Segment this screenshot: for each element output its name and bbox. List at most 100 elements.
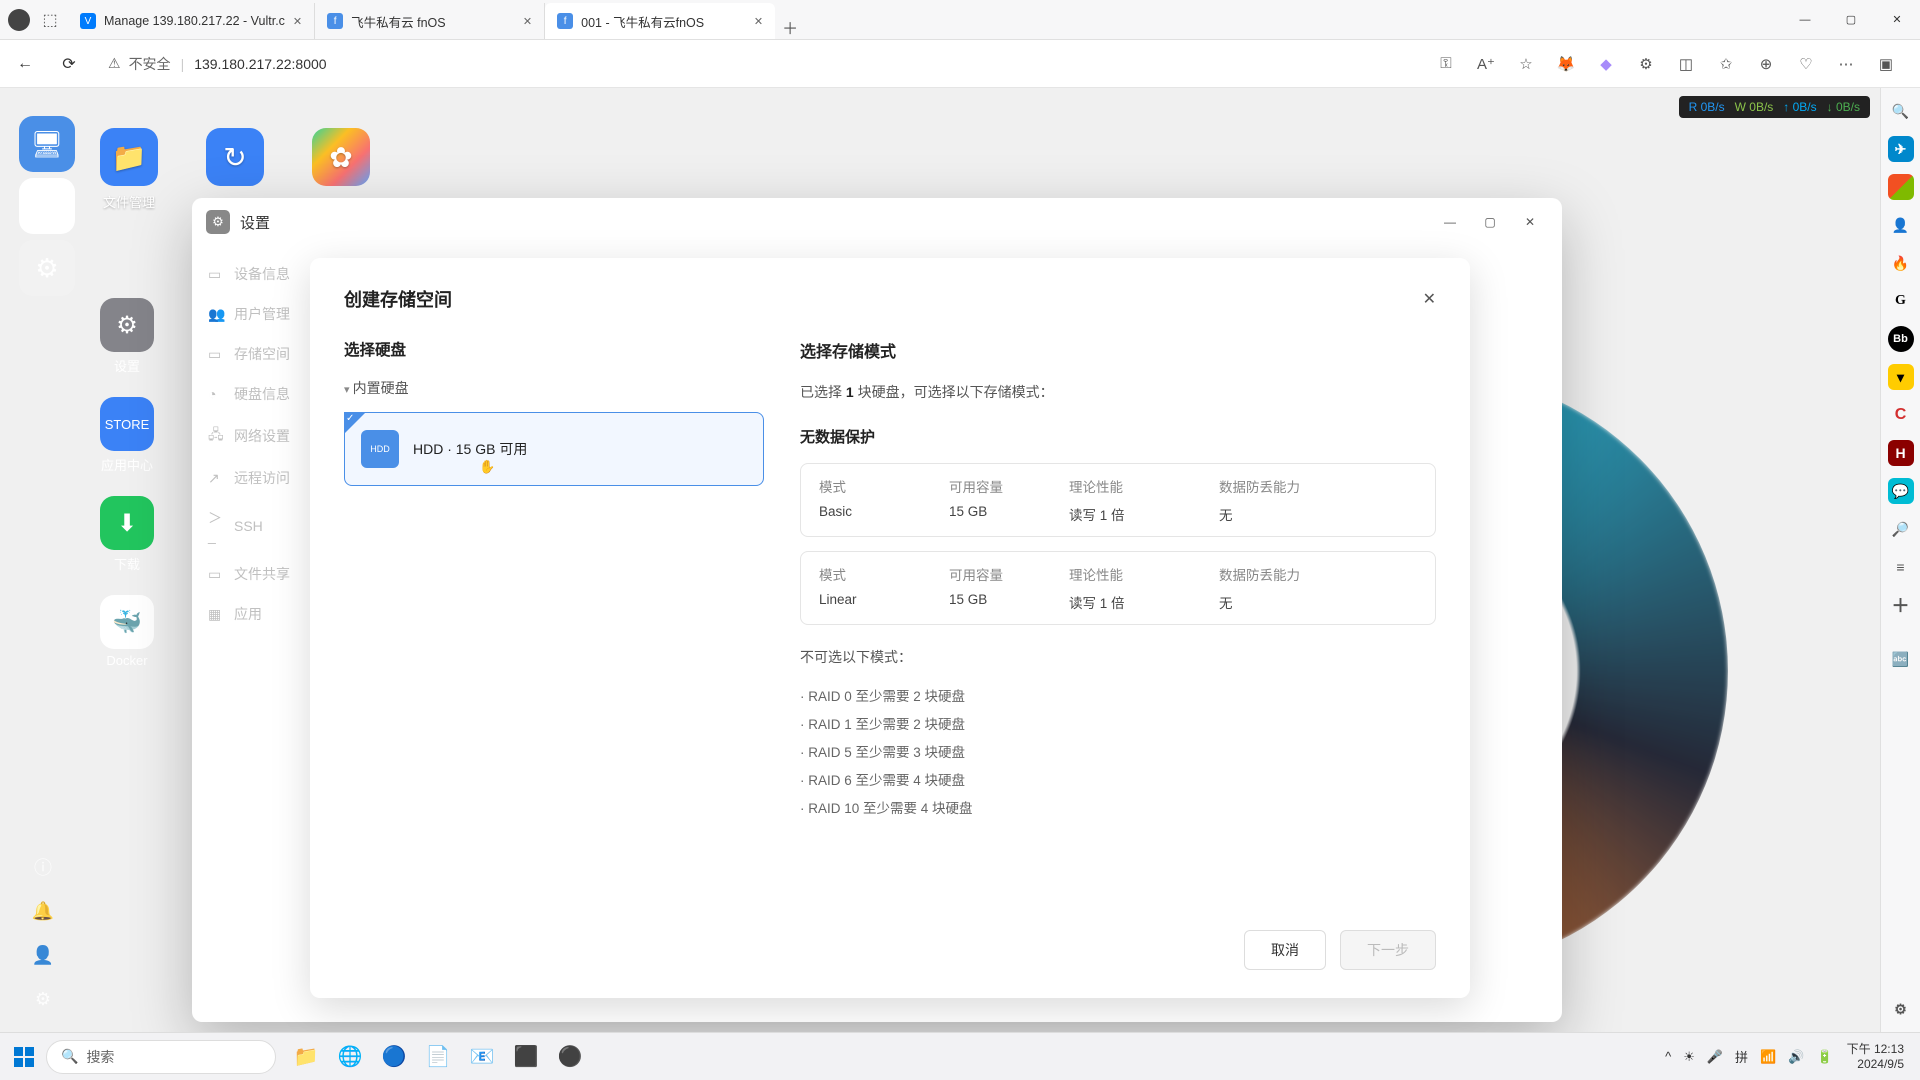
y-app-icon[interactable]: ▾ [1888,364,1914,390]
internal-disk-category[interactable]: 内置硬盘 [344,378,764,398]
address-bar[interactable]: ⚠ 不安全 | 139.180.217.22:8000 [96,47,916,81]
tab-title: Manage 139.180.217.22 - Vultr.c [104,14,285,28]
g-app-icon[interactable]: G [1888,288,1914,314]
download-app[interactable]: ⬇ 下载 [100,496,154,573]
store-app[interactable]: STORE 应用中心 [100,397,154,474]
terminal-icon[interactable]: ⬛ [506,1037,546,1077]
next-button[interactable]: 下一步 [1340,930,1436,970]
translate-icon[interactable]: 🔤 [1888,646,1914,672]
sidebar-toggle-icon[interactable]: ▣ [1868,46,1904,82]
sidebar-item-apps[interactable]: ▦应用 [192,594,322,634]
key-icon[interactable]: ⚿ [1428,46,1464,82]
search-icon[interactable]: 🔍 [1888,98,1914,124]
telegram-icon[interactable]: ✈ [1888,136,1914,162]
download-label: 下载 [114,554,140,573]
edge-icon[interactable]: 🔵 [374,1037,414,1077]
info-icon[interactable]: ⓘ [30,854,56,880]
extension-icon[interactable]: ◆ [1588,46,1624,82]
dialog-close-button[interactable]: ✕ [1423,289,1436,309]
sidebar-item-disk[interactable]: ◔硬盘信息 [192,374,322,414]
tab-fnos2-active[interactable]: f 001 - 飞牛私有云fnOS ✕ [545,3,775,39]
tab-vultr[interactable]: V Manage 139.180.217.22 - Vultr.c ✕ [68,3,315,39]
browser-toolbar: ← ⟳ ⚠ 不安全 | 139.180.217.22:8000 ⚿ A⁺ ☆ 🦊… [0,40,1920,88]
hdd-icon: HDD [361,430,399,468]
magnify-icon[interactable]: 🔎 [1888,516,1914,542]
sidebar-item-users[interactable]: 👥用户管理 [192,294,322,334]
disk-option-hdd[interactable]: HDD HDD · 15 GB 可用 ✋ [344,412,764,486]
tray-wifi-icon[interactable]: 📶 [1760,1049,1776,1065]
settings-app[interactable]: ⚙ 设置 [100,298,154,375]
minimize-button[interactable]: — [1432,206,1468,238]
avatar-icon[interactable]: 👤 [1888,212,1914,238]
close-icon[interactable]: ✕ [523,15,532,28]
obs-icon[interactable]: ⚫ [550,1037,590,1077]
sidebar-item-share[interactable]: ▭文件共享 [192,554,322,594]
workspaces-icon[interactable]: ⬚ [40,10,60,30]
start-button[interactable] [8,1041,40,1073]
dock-apps-icon[interactable]: ▦ [19,178,75,234]
tab-fnos1[interactable]: f 飞牛私有云 fnOS ✕ [315,3,545,39]
explorer-icon[interactable]: 📁 [286,1037,326,1077]
tray-chevron-icon[interactable]: ^ [1665,1049,1671,1064]
tray-ime-icon[interactable]: 拼 [1735,1047,1748,1066]
sidebar-item-device[interactable]: ▭设备信息 [192,254,322,294]
c-app-icon[interactable]: C [1888,402,1914,428]
gear-icon[interactable]: ⚙ [30,986,56,1012]
add-icon[interactable]: ＋ [1888,592,1914,618]
metamask-icon[interactable]: 🦊 [1548,46,1584,82]
close-button[interactable]: ✕ [1512,206,1548,238]
tray-battery-icon[interactable]: 🔋 [1816,1049,1832,1065]
user-icon[interactable]: 👤 [30,942,56,968]
tray-weather-icon[interactable]: ☀ [1683,1049,1695,1065]
tray-mic-icon[interactable]: 🎤 [1707,1049,1723,1065]
notepad-icon[interactable]: 📄 [418,1037,458,1077]
raid10-note: · RAID 10 至少需要 4 块硬盘 [800,793,1436,821]
chrome-icon[interactable]: 🌐 [330,1037,370,1077]
sidebar-item-storage[interactable]: ▭存储空间 [192,334,322,374]
h-app-icon[interactable]: H [1888,440,1914,466]
favorite-icon[interactable]: ☆ [1508,46,1544,82]
extensions-icon[interactable]: ⚙ [1628,46,1664,82]
dock-monitor-icon[interactable]: 🖥 [19,116,75,172]
outlook-icon[interactable]: 📧 [462,1037,502,1077]
fire-icon[interactable]: 🔥 [1888,250,1914,276]
back-button[interactable]: ← [8,47,42,81]
read-aloud-icon[interactable]: A⁺ [1468,46,1504,82]
new-tab-button[interactable]: ＋ [775,15,805,39]
chat-icon[interactable]: 💬 [1888,478,1914,504]
window-maximize-button[interactable]: ▢ [1828,0,1874,40]
window-close-button[interactable]: ✕ [1874,0,1920,40]
sidebar-item-remote[interactable]: ↗远程访问 [192,458,322,498]
close-icon[interactable]: ✕ [754,15,763,28]
files-app[interactable]: 📁 文件管理 [100,128,158,211]
mode-card-linear[interactable]: 模式 可用容量 理论性能 数据防丢能力 Linear 15 GB 读写 1 倍 … [800,551,1436,625]
cancel-button[interactable]: 取消 [1244,930,1326,970]
profile-icon[interactable] [8,9,30,31]
docker-app[interactable]: 🐳 Docker [100,595,154,668]
sidebar-item-network[interactable]: 🖧网络设置 [192,414,322,458]
window-minimize-button[interactable]: — [1782,0,1828,40]
refresh-button[interactable]: ⟳ [52,47,86,81]
more-icon[interactable]: ⋯ [1828,46,1864,82]
col-perf: 理论性能 [1069,564,1219,584]
mode-card-basic[interactable]: 模式 可用容量 理论性能 数据防丢能力 Basic 15 GB 读写 1 倍 无 [800,463,1436,537]
collections-icon[interactable]: ⊕ [1748,46,1784,82]
microsoft-icon[interactable] [1888,174,1914,200]
taskbar-clock[interactable]: 下午 12:13 2024/9/5 [1847,1042,1912,1071]
shopping-icon[interactable]: ♡ [1788,46,1824,82]
col-capacity: 可用容量 [949,564,1069,584]
bb-app-icon[interactable]: Bb [1888,326,1914,352]
favorites-bar-icon[interactable]: ✩ [1708,46,1744,82]
close-icon[interactable]: ✕ [293,15,302,28]
sidebar-item-ssh[interactable]: ＞_SSH [192,498,322,554]
maximize-button[interactable]: ▢ [1472,206,1508,238]
notification-icon[interactable]: 🔔 [30,898,56,924]
taskbar-search[interactable]: 🔍 搜索 [46,1040,276,1074]
split-screen-icon[interactable]: ◫ [1668,46,1704,82]
stack-icon[interactable]: ≡ [1888,554,1914,580]
tray-volume-icon[interactable]: 🔊 [1788,1049,1804,1065]
col-perf: 理论性能 [1069,476,1219,496]
unavailable-heading: 不可选以下模式： [800,647,1436,667]
dock-settings-icon[interactable]: ⚙ [19,240,75,296]
gear-icon[interactable]: ⚙ [1888,996,1914,1022]
